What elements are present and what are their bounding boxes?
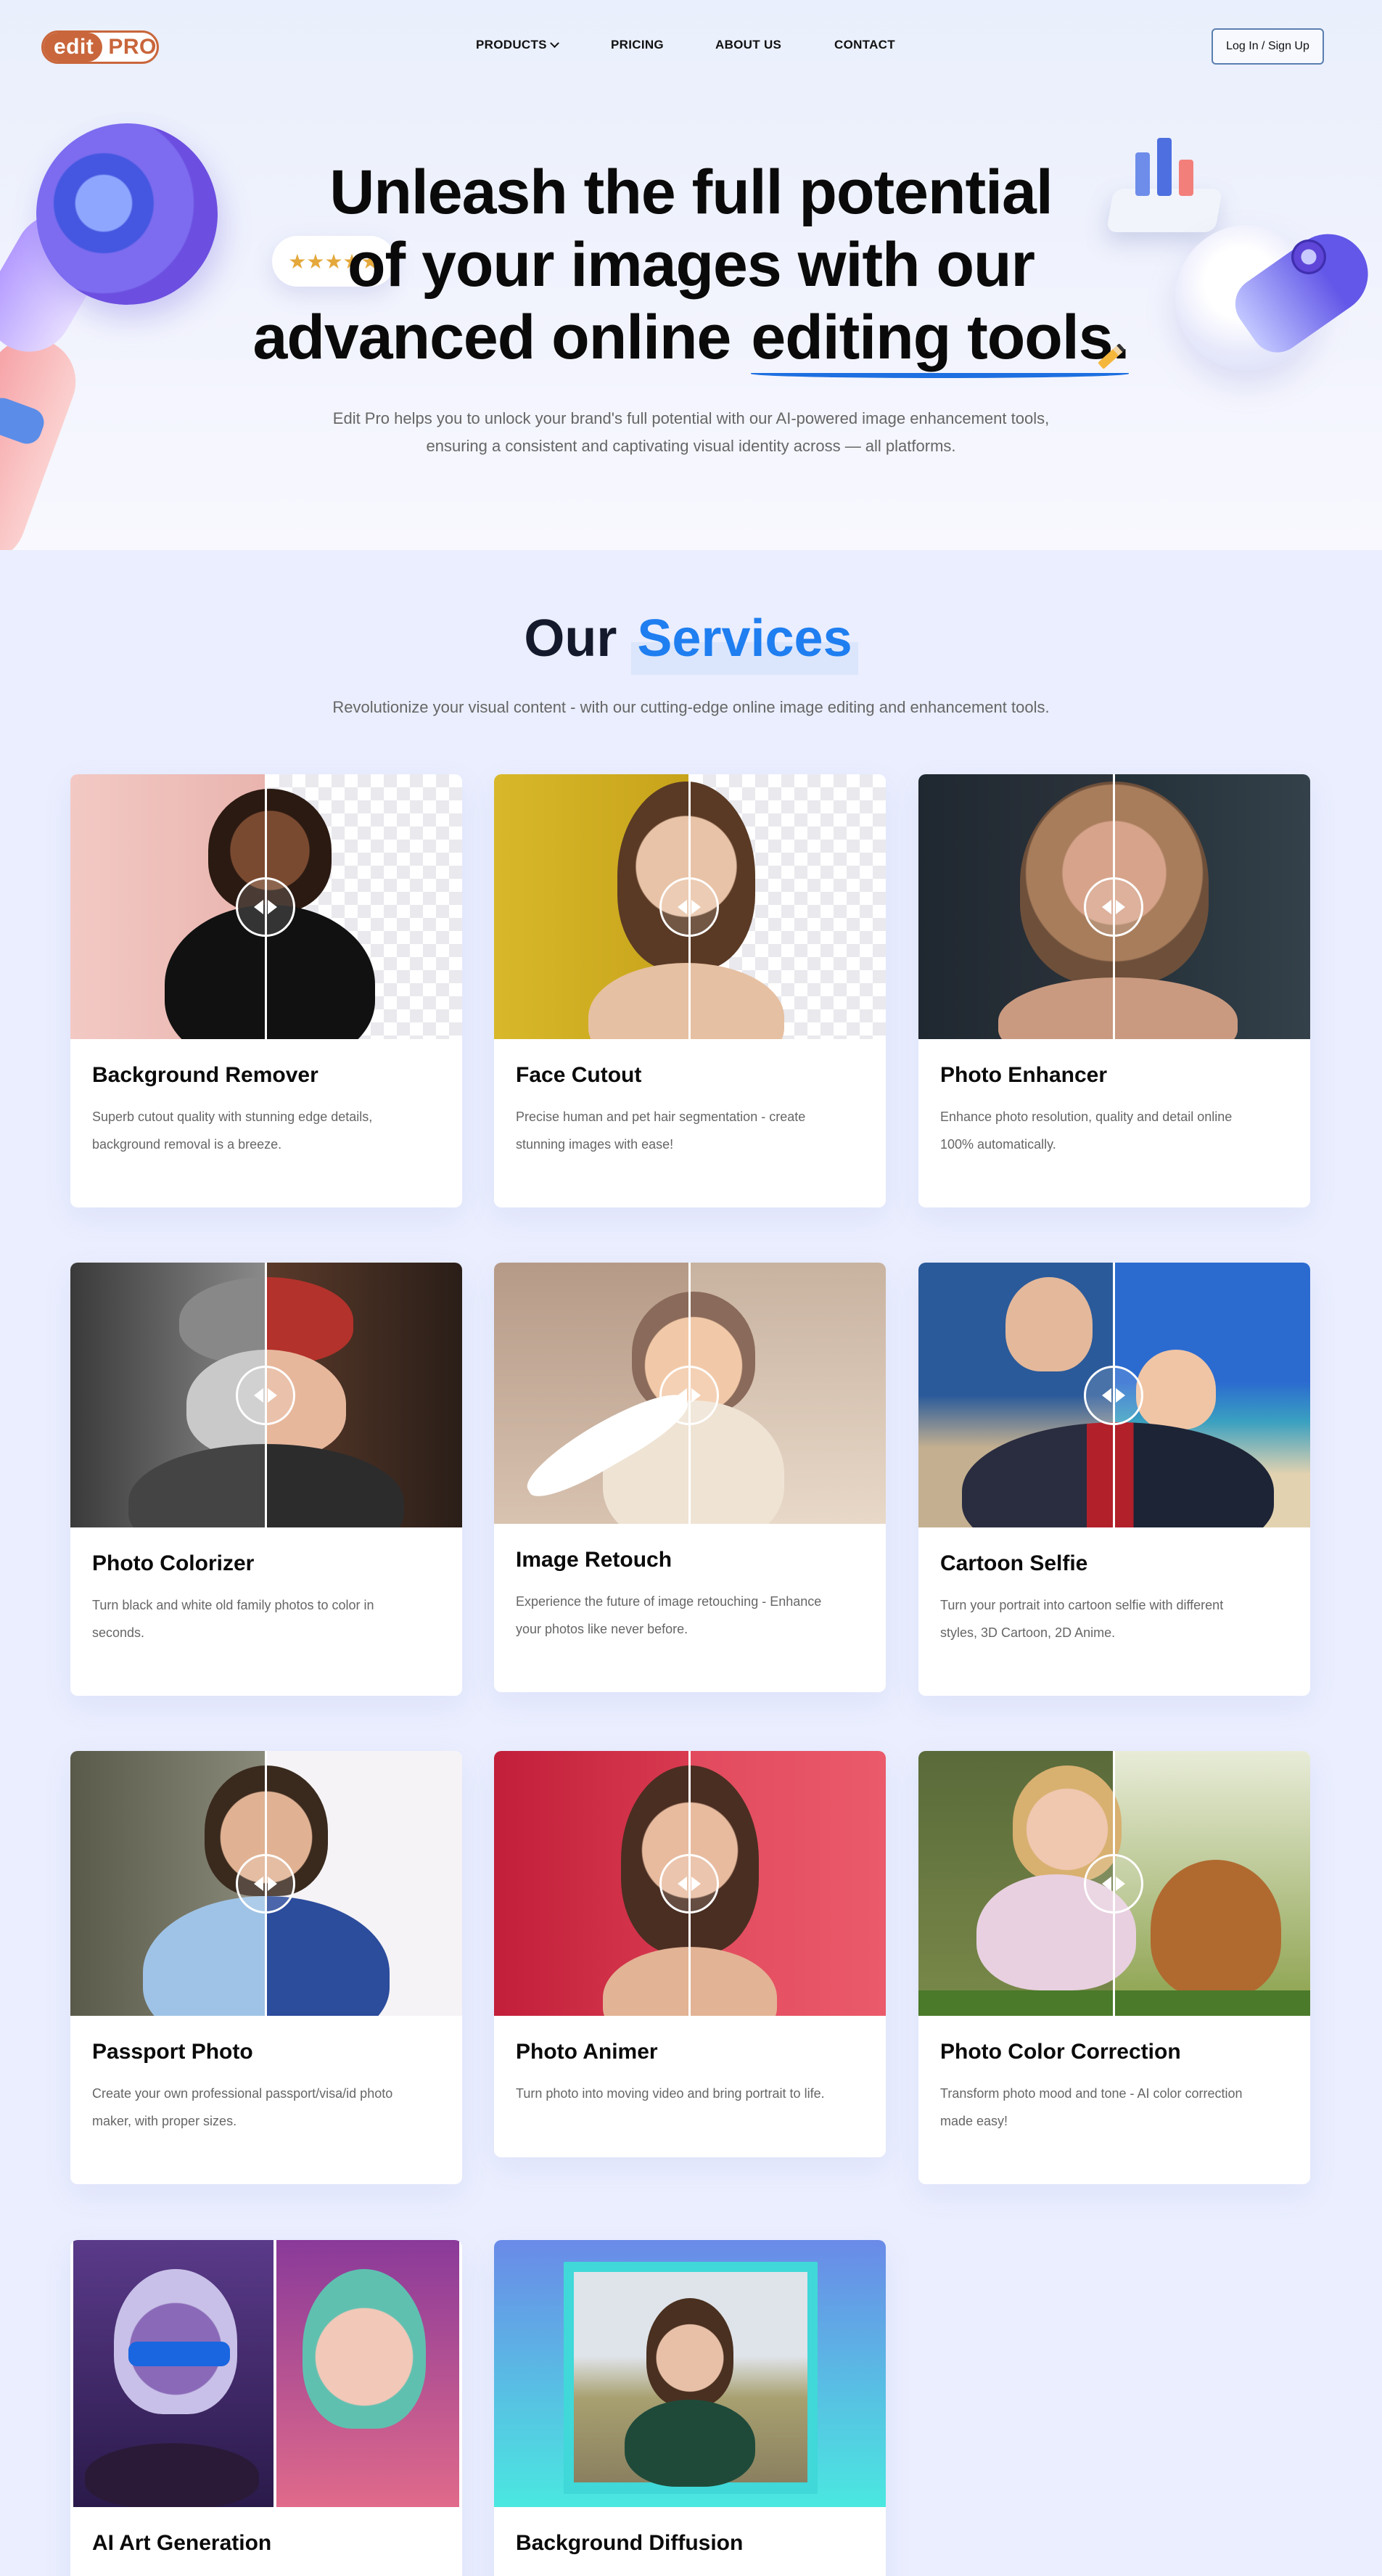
before-after-image[interactable] bbox=[494, 2240, 886, 2507]
before-after-image[interactable] bbox=[918, 774, 1310, 1039]
hero-subtitle: Edit Pro helps you to unlock your brand'… bbox=[332, 409, 1050, 455]
card-description: Turn photo into moving video and bring p… bbox=[516, 2086, 825, 2101]
hero-title-highlight: editing tools. bbox=[751, 301, 1130, 378]
before-after-image[interactable] bbox=[70, 1263, 462, 1527]
before-after-image[interactable] bbox=[70, 774, 462, 1039]
service-card-cartoon-selfie[interactable]: Cartoon Selfie Turn your portrait into c… bbox=[918, 1263, 1310, 1696]
compare-slider-handle[interactable] bbox=[659, 1366, 719, 1425]
compare-slider-handle[interactable] bbox=[1084, 877, 1143, 937]
card-title: Photo Color Correction bbox=[940, 2040, 1181, 2064]
compare-slider-handle[interactable] bbox=[236, 1854, 295, 1913]
nav-products[interactable]: PRODUCTS bbox=[476, 38, 559, 52]
services-title: Our Services bbox=[0, 602, 1382, 675]
card-description: Experience the future of image retouchin… bbox=[516, 1594, 822, 1636]
nav-links: PRODUCTS PRICING ABOUT US CONTACT bbox=[0, 38, 1382, 57]
service-card-photo-enhancer[interactable]: Photo Enhancer Enhance photo resolution,… bbox=[918, 774, 1310, 1207]
card-title: Background Remover bbox=[92, 1063, 318, 1087]
service-card-passport-photo[interactable]: Passport Photo Create your own professio… bbox=[70, 1751, 462, 2184]
card-title: Face Cutout bbox=[516, 1063, 642, 1087]
card-description: Precise human and pet hair segmentation … bbox=[516, 1109, 806, 1152]
service-card-background-remover[interactable]: Background Remover Superb cutout quality… bbox=[70, 774, 462, 1207]
card-title: Photo Colorizer bbox=[92, 1551, 255, 1575]
chevron-down-icon bbox=[549, 38, 559, 48]
compare-slider-handle[interactable] bbox=[1084, 1854, 1143, 1913]
before-after-image[interactable] bbox=[918, 1263, 1310, 1527]
underline-swash bbox=[751, 369, 1130, 378]
hero-title: Unleash the full potential of your image… bbox=[0, 156, 1382, 378]
before-after-image[interactable] bbox=[70, 2240, 462, 2507]
compare-slider-handle[interactable] bbox=[659, 1854, 719, 1913]
login-signup-button[interactable]: Log In / Sign Up bbox=[1212, 28, 1324, 65]
before-after-image[interactable] bbox=[70, 1751, 462, 2016]
service-card-photo-color-correction[interactable]: Photo Color Correction Transform photo m… bbox=[918, 1751, 1310, 2184]
service-card-background-diffusion[interactable]: Background Diffusion bbox=[494, 2240, 886, 2576]
compare-slider-handle[interactable] bbox=[659, 877, 719, 937]
card-description: Turn black and white old family photos t… bbox=[92, 1598, 374, 1640]
card-description: Superb cutout quality with stunning edge… bbox=[92, 1109, 373, 1152]
nav-pricing[interactable]: PRICING bbox=[611, 38, 664, 52]
before-after-image[interactable] bbox=[494, 774, 886, 1039]
card-title: Image Retouch bbox=[516, 1548, 673, 1572]
service-card-ai-art-generation[interactable]: AI Art Generation bbox=[70, 2240, 462, 2576]
before-after-image[interactable] bbox=[494, 1751, 886, 2016]
hero-section: ★★★★★ edit PRO PRODUCTS PRICING ABOUT US… bbox=[0, 0, 1382, 550]
card-title: Photo Enhancer bbox=[940, 1063, 1108, 1087]
service-card-photo-colorizer[interactable]: Photo Colorizer Turn black and white old… bbox=[70, 1263, 462, 1696]
service-card-image-retouch[interactable]: Image Retouch Experience the future of i… bbox=[494, 1263, 886, 1692]
compare-slider-handle[interactable] bbox=[236, 1366, 295, 1425]
compare-slider-handle[interactable] bbox=[236, 877, 295, 937]
nav-about-us[interactable]: ABOUT US bbox=[715, 38, 781, 52]
card-title: Cartoon Selfie bbox=[940, 1551, 1088, 1575]
card-description: Enhance photo resolution, quality and de… bbox=[940, 1109, 1233, 1152]
card-description: Turn your portrait into cartoon selfie w… bbox=[940, 1598, 1224, 1640]
before-after-image[interactable] bbox=[494, 1263, 886, 1524]
service-card-photo-animer[interactable]: Photo Animer Turn photo into moving vide… bbox=[494, 1751, 886, 2157]
card-title: Passport Photo bbox=[92, 2040, 253, 2064]
card-title: Photo Animer bbox=[516, 2040, 658, 2064]
services-subtitle: Revolutionize your visual content - with… bbox=[332, 698, 1050, 716]
card-description: Create your own professional passport/vi… bbox=[92, 2086, 393, 2128]
service-card-face-cutout[interactable]: Face Cutout Precise human and pet hair s… bbox=[494, 774, 886, 1207]
top-navbar: edit PRO PRODUCTS PRICING ABOUT US CONTA… bbox=[0, 0, 1382, 93]
card-title: AI Art Generation bbox=[92, 2531, 272, 2555]
card-description: Transform photo mood and tone - AI color… bbox=[940, 2086, 1243, 2128]
before-after-image[interactable] bbox=[918, 1751, 1310, 2016]
nav-contact[interactable]: CONTACT bbox=[834, 38, 895, 52]
compare-slider-handle[interactable] bbox=[1084, 1366, 1143, 1425]
card-title: Background Diffusion bbox=[516, 2531, 744, 2555]
